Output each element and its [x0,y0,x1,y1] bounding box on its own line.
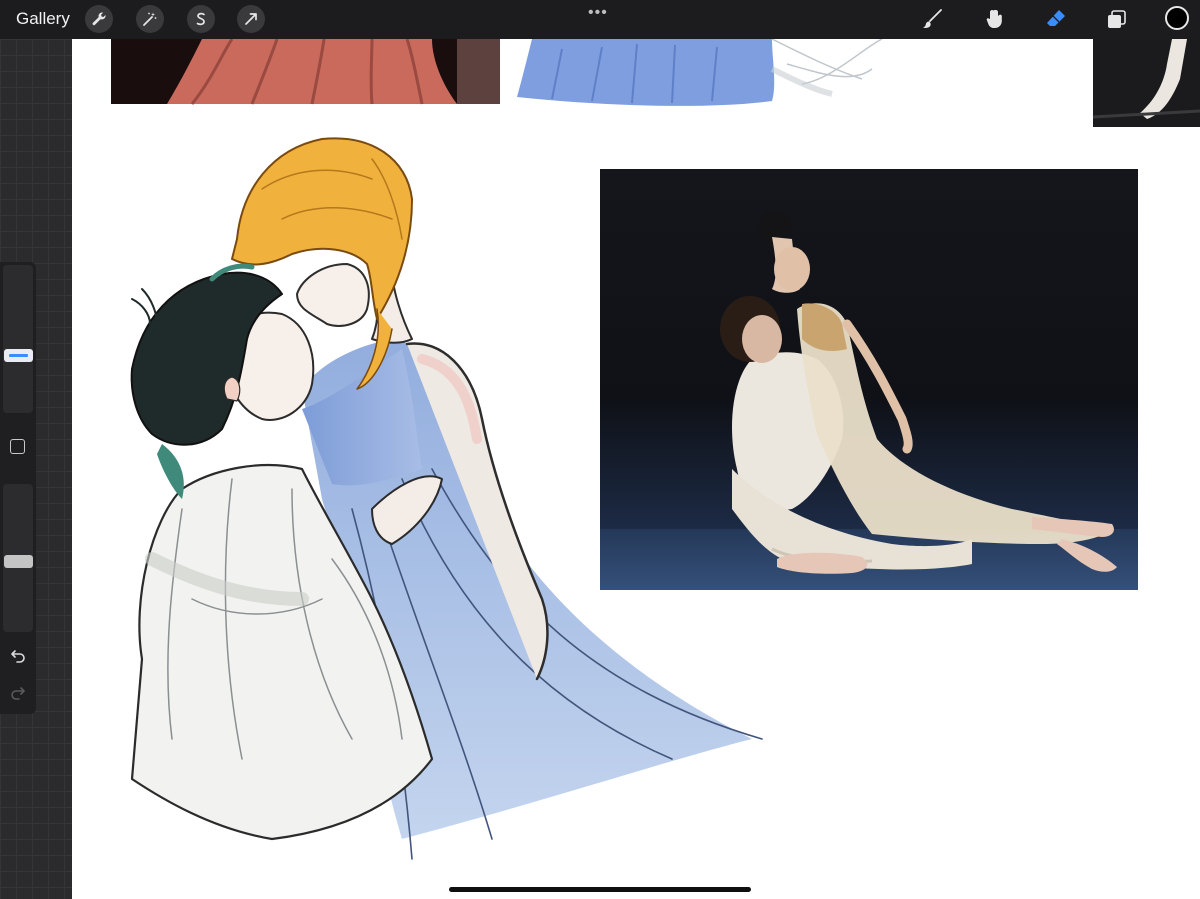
left-sidebar [0,262,36,714]
smudge-icon[interactable] [981,6,1007,32]
eraser-icon[interactable] [1043,6,1069,32]
reference-photo-boot [1092,39,1200,127]
drawing-canvas[interactable] [72,39,1200,899]
modify-button[interactable] [10,439,25,454]
more-options-icon[interactable]: ••• [588,4,608,22]
magic-wand-icon[interactable] [136,5,164,33]
opacity-thumb[interactable] [4,555,33,568]
transform-arrow-icon[interactable] [237,5,265,33]
home-indicator[interactable] [449,887,751,892]
brush-icon[interactable] [919,6,945,32]
color-picker-well[interactable] [1165,6,1189,30]
undo-icon[interactable] [9,646,27,664]
redo-icon[interactable] [9,683,27,701]
opacity-slider[interactable] [3,484,33,632]
wrench-icon[interactable] [85,5,113,33]
gallery-button[interactable]: Gallery [16,9,70,29]
brush-size-slider[interactable] [3,265,33,413]
reference-photo-ballet-couple [600,169,1138,590]
top-toolbar: Gallery ••• [0,0,1200,39]
layers-icon[interactable] [1104,6,1130,32]
artwork [111,39,1200,860]
brush-size-thumb[interactable] [4,349,33,362]
sketch-blue-skirt [517,39,883,106]
reference-photo-red-dress [111,39,500,105]
selection-icon[interactable] [187,5,215,33]
